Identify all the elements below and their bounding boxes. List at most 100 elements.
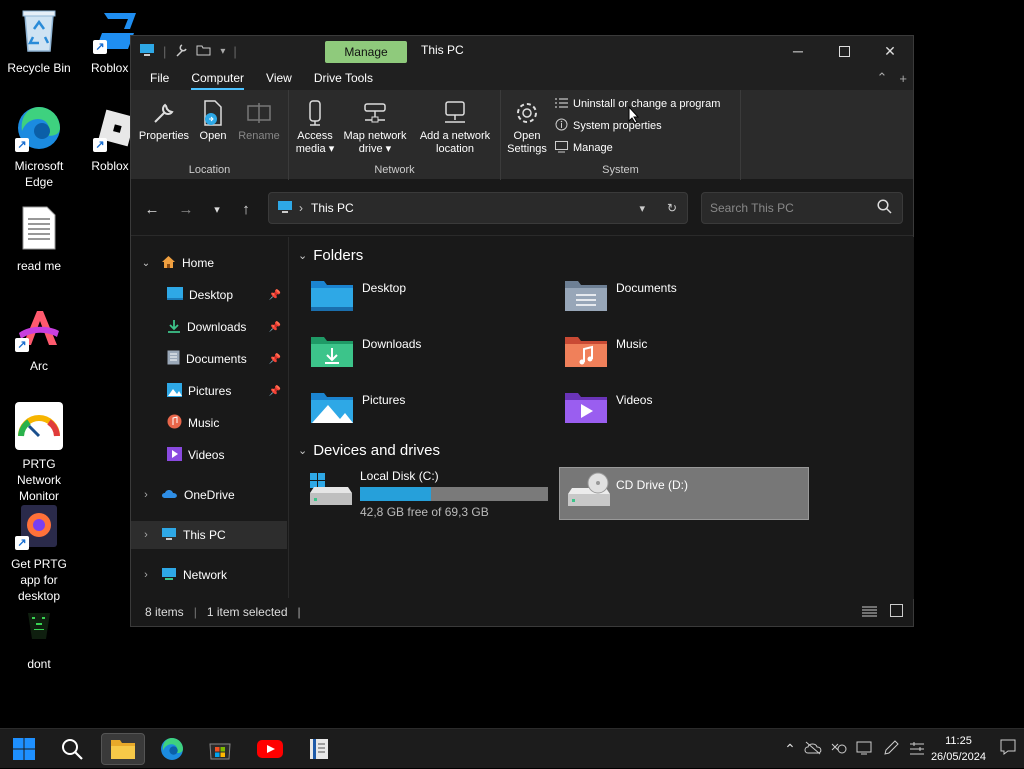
- chevron-right-icon[interactable]: ›: [131, 569, 161, 581]
- system-properties-button[interactable]: System properties: [555, 116, 662, 136]
- ribbon: Properties Open Rename Location Access m…: [131, 90, 913, 180]
- maximize-button[interactable]: [821, 36, 867, 66]
- access-media-button[interactable]: Access media ▾: [293, 98, 337, 156]
- qa-customize-icon[interactable]: ▾: [220, 46, 225, 57]
- add-network-location-button[interactable]: Add a network location: [413, 98, 497, 156]
- notifications-icon[interactable]: [1000, 739, 1016, 758]
- sidebar-item-this-pc[interactable]: › This PC: [131, 521, 287, 549]
- manage-context-tab[interactable]: Manage: [325, 41, 407, 63]
- sidebar-item-network[interactable]: › Network: [131, 561, 287, 589]
- new-folder-qa-icon[interactable]: [196, 43, 212, 60]
- manage-button[interactable]: Manage: [555, 138, 613, 158]
- window-controls: ─ ✕: [775, 36, 913, 66]
- help-icon[interactable]: +: [899, 71, 907, 86]
- folder-documents[interactable]: Documents: [564, 277, 804, 321]
- sidebar-item-music[interactable]: Music: [131, 409, 287, 437]
- desktop-icon-dont[interactable]: dont: [0, 602, 78, 672]
- sidebar-item-pictures[interactable]: Pictures 📌: [131, 377, 287, 405]
- pen-icon[interactable]: [878, 739, 904, 759]
- collapse-ribbon-icon[interactable]: ⌃: [877, 70, 888, 86]
- devices-group-header[interactable]: ⌄ Devices and drives: [298, 442, 440, 459]
- mouse-cursor-icon: [628, 106, 640, 124]
- sidebar-item-desktop[interactable]: Desktop 📌: [131, 281, 287, 309]
- sidebar-item-onedrive[interactable]: › OneDrive: [131, 481, 287, 509]
- taskbar-youtube[interactable]: [250, 733, 290, 765]
- recycle-bin-icon: [15, 6, 63, 54]
- folder-downloads[interactable]: Downloads: [310, 333, 550, 377]
- address-dropdown-icon[interactable]: ▾: [639, 202, 645, 215]
- forward-button[interactable]: →: [175, 200, 197, 220]
- edge-icon: [161, 738, 183, 760]
- chevron-right-icon[interactable]: ›: [131, 489, 161, 501]
- tab-file[interactable]: File: [141, 66, 178, 90]
- sidebar-item-downloads[interactable]: Downloads 📌: [131, 313, 287, 341]
- arc-icon: ↗: [15, 304, 63, 352]
- desktop-icon-arc[interactable]: ↗ Arc: [0, 304, 78, 374]
- address-bar[interactable]: › This PC ▾ ↻: [268, 192, 688, 224]
- taskbar-clock[interactable]: 11:25 26/05/2024: [931, 733, 986, 765]
- show-hidden-icons-button[interactable]: ⌃: [780, 741, 800, 758]
- pin-icon[interactable]: 📌: [269, 322, 281, 333]
- back-button[interactable]: ←: [141, 200, 163, 220]
- ribbon-group-label: Network: [374, 164, 415, 176]
- open-button[interactable]: Open: [195, 98, 231, 143]
- tab-view[interactable]: View: [257, 66, 301, 90]
- taskbar-microsoft-store[interactable]: [200, 733, 240, 765]
- properties-button[interactable]: Properties: [137, 98, 191, 143]
- search-box[interactable]: [701, 192, 903, 224]
- taskbar-notes-app[interactable]: [299, 733, 339, 765]
- folder-music[interactable]: Music: [564, 333, 804, 377]
- open-settings-button[interactable]: Open Settings: [505, 98, 549, 156]
- tab-computer[interactable]: Computer: [182, 66, 253, 90]
- desktop-icon-get-prtg-app[interactable]: ↗ Get PRTG app for desktop: [0, 502, 78, 604]
- properties-qa-icon[interactable]: [174, 43, 188, 60]
- download-arrow-icon: [167, 319, 181, 336]
- drive-local-disk-c[interactable]: Local Disk (C:) 42,8 GB free of 69,3 GB: [308, 469, 552, 521]
- breadcrumb-this-pc[interactable]: This PC: [311, 201, 354, 215]
- separator: |: [193, 605, 197, 619]
- navigation-bar: ← → ▾ ↑ › This PC ▾ ↻: [131, 180, 913, 236]
- separator: |: [163, 43, 167, 59]
- tab-drive-tools[interactable]: Drive Tools: [305, 66, 382, 90]
- drive-cd-d[interactable]: CD Drive (D:): [559, 467, 809, 520]
- pin-icon[interactable]: 📌: [269, 386, 281, 397]
- pin-icon[interactable]: 📌: [269, 290, 281, 301]
- taskbar-edge[interactable]: [152, 733, 192, 765]
- sidebar-item-home[interactable]: ⌄ Home: [131, 249, 287, 277]
- chevron-right-icon[interactable]: ›: [131, 529, 161, 541]
- desktop-icon-edge[interactable]: ↗ Microsoft Edge: [0, 104, 78, 190]
- desktop-icon-recycle-bin[interactable]: Recycle Bin: [0, 6, 78, 76]
- network-settings-icon[interactable]: [904, 740, 930, 759]
- start-button[interactable]: [4, 733, 44, 765]
- videos-icon: [167, 446, 182, 464]
- sidebar-item-videos[interactable]: Videos: [131, 441, 287, 469]
- large-icons-view-icon[interactable]: [890, 604, 903, 620]
- folder-desktop[interactable]: Desktop: [310, 277, 550, 321]
- desktop-icon-read-me[interactable]: read me: [0, 204, 78, 274]
- folder-pictures[interactable]: Pictures: [310, 389, 550, 433]
- search-icon[interactable]: [877, 199, 892, 217]
- display-icon[interactable]: [852, 740, 878, 759]
- taskbar-search-button[interactable]: [52, 733, 92, 765]
- cloud-sync-icon[interactable]: [800, 741, 826, 758]
- taskbar-file-explorer[interactable]: [101, 733, 145, 765]
- wrench-icon: [137, 98, 191, 128]
- folders-group-header[interactable]: ⌄ Folders: [298, 247, 363, 264]
- ribbon-group-location: Properties Open Rename Location: [131, 90, 289, 180]
- search-input[interactable]: [702, 193, 862, 223]
- desktop-icon-prtg-network-monitor[interactable]: PRTG Network Monitor: [0, 402, 78, 504]
- chevron-down-icon[interactable]: ⌄: [131, 258, 161, 269]
- sensor-icon[interactable]: [826, 740, 852, 759]
- recent-locations-button[interactable]: ▾: [206, 200, 228, 220]
- details-view-icon[interactable]: [862, 605, 877, 620]
- up-button[interactable]: ↑: [235, 200, 257, 220]
- separator: |: [297, 605, 301, 619]
- folder-videos[interactable]: Videos: [564, 389, 804, 433]
- rename-button[interactable]: Rename: [235, 98, 283, 143]
- sidebar-item-documents[interactable]: Documents 📌: [131, 345, 287, 373]
- pin-icon[interactable]: 📌: [269, 354, 281, 365]
- refresh-icon[interactable]: ↻: [667, 201, 677, 215]
- minimize-button[interactable]: ─: [775, 36, 821, 66]
- map-network-drive-button[interactable]: Map network drive ▾: [339, 98, 411, 156]
- close-button[interactable]: ✕: [867, 36, 913, 66]
